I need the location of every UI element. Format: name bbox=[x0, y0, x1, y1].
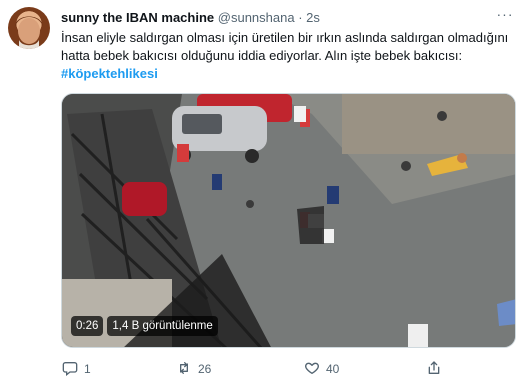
more-options-icon[interactable]: ··· bbox=[495, 7, 515, 25]
tweet-time[interactable]: 2s bbox=[306, 10, 320, 25]
share-button[interactable] bbox=[426, 360, 448, 378]
avatar[interactable] bbox=[8, 7, 50, 49]
reply-icon bbox=[62, 360, 78, 379]
like-button[interactable]: 40 bbox=[304, 360, 339, 378]
tweet[interactable]: sunny the IBAN machine @sunnshana · 2s ·… bbox=[0, 0, 525, 383]
retweet-button[interactable]: 26 bbox=[176, 360, 211, 378]
video-player[interactable]: 0:26 1,4 B görüntülenme bbox=[61, 93, 516, 348]
tweet-text-main: İnsan eliyle saldırgan olması için üreti… bbox=[61, 30, 509, 63]
share-icon bbox=[426, 360, 442, 379]
author-name[interactable]: sunny the IBAN machine bbox=[61, 10, 214, 25]
tweet-text: İnsan eliyle saldırgan olması için üreti… bbox=[61, 29, 516, 83]
separator-dot: · bbox=[298, 10, 303, 25]
video-frame bbox=[62, 94, 515, 347]
retweet-count: 26 bbox=[198, 362, 212, 376]
heart-icon bbox=[304, 360, 320, 379]
like-count: 40 bbox=[326, 362, 340, 376]
video-badge: 0:26 1,4 B görüntülenme bbox=[71, 316, 218, 336]
video-duration: 0:26 bbox=[71, 316, 104, 336]
tweet-header: sunny the IBAN machine @sunnshana · 2s bbox=[61, 9, 320, 27]
author-handle[interactable]: @sunnshana bbox=[218, 10, 295, 25]
retweet-icon bbox=[176, 360, 192, 379]
video-view-count: 1,4 B görüntülenme bbox=[107, 316, 218, 336]
reply-count: 1 bbox=[84, 362, 91, 376]
reply-button[interactable]: 1 bbox=[62, 360, 91, 378]
tweet-actions: 1 26 40 bbox=[56, 360, 446, 378]
hashtag-link[interactable]: #köpektehlikesi bbox=[61, 66, 158, 81]
